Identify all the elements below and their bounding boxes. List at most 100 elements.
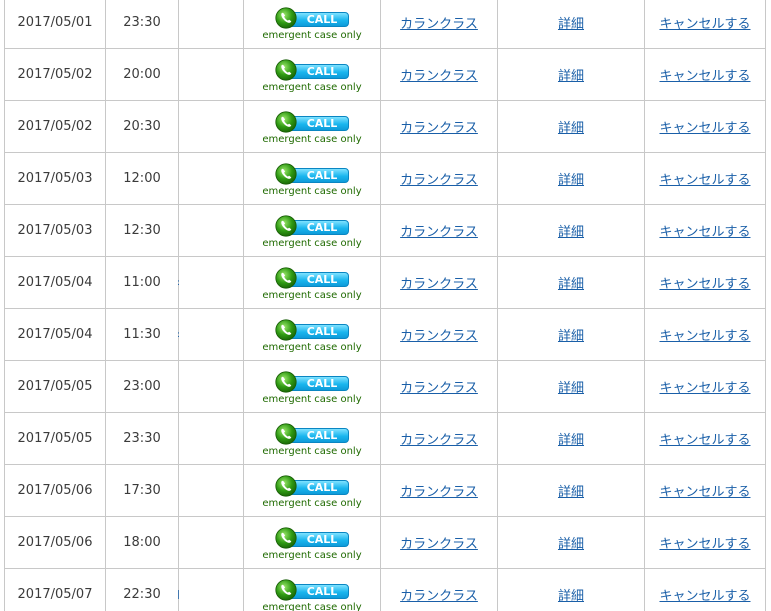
call-cell: CALL emergent case only [243,152,381,205]
call-button-graphic[interactable]: CALL [273,526,351,549]
detail-cell: 詳細 [497,100,645,153]
teacher-link-fragment[interactable] [177,486,180,496]
reservation-table-body: 2017/05/01 23:30 CALL emergent case only… [4,0,766,611]
class-link[interactable]: カランクラス [400,329,478,344]
class-link[interactable]: カランクラス [400,589,478,604]
call-button[interactable]: CALL emergent case only [262,370,362,405]
teacher-link-fragment[interactable] [177,18,180,28]
call-button-graphic[interactable]: CALL [273,370,351,393]
phone-icon[interactable] [275,214,297,237]
teacher-link-fragment[interactable] [177,70,180,80]
call-button[interactable]: CALL emergent case only [262,474,362,509]
teacher-link-fragment[interactable]: | [177,590,180,600]
phone-icon[interactable] [275,6,297,29]
phone-icon[interactable] [275,422,297,445]
class-link[interactable]: カランクラス [400,225,478,240]
cancel-link[interactable]: キャンセルする [659,225,750,240]
teacher-link-fragment[interactable] [177,122,180,132]
phone-icon[interactable] [275,162,297,185]
phone-icon[interactable] [275,110,297,133]
detail-link[interactable]: 詳細 [558,225,584,240]
class-link[interactable]: カランクラス [400,69,478,84]
detail-cell: 詳細 [497,568,645,611]
call-button-graphic[interactable]: CALL [273,266,351,289]
call-button-graphic[interactable]: CALL [273,422,351,445]
cancel-link[interactable]: キャンセルする [659,277,750,292]
call-button-graphic[interactable]: CALL [273,110,351,133]
detail-link[interactable]: 詳細 [558,329,584,344]
call-button[interactable]: CALL emergent case only [262,526,362,561]
cancel-link[interactable]: キャンセルする [659,17,750,32]
cancel-link[interactable]: キャンセルする [659,381,750,396]
class-cell: カランクラス [380,412,498,465]
call-button[interactable]: CALL emergent case only [262,162,362,197]
call-button[interactable]: CALL emergent case only [262,58,362,93]
class-link[interactable]: カランクラス [400,381,478,396]
phone-icon[interactable] [275,266,297,289]
teacher-link-fragment[interactable] [177,174,180,184]
call-button-graphic[interactable]: CALL [273,162,351,185]
class-link[interactable]: カランクラス [400,433,478,448]
date-cell: 2017/05/03 [4,204,106,257]
call-button-graphic[interactable]: CALL [273,214,351,237]
call-button-graphic[interactable]: CALL [273,578,351,601]
teacher-link-fragment[interactable] [177,538,180,548]
call-button[interactable]: CALL emergent case only [262,318,362,353]
detail-link[interactable]: 詳細 [558,277,584,292]
cancel-link[interactable]: キャンセルする [659,589,750,604]
detail-cell: 詳細 [497,48,645,101]
call-button[interactable]: CALL emergent case only [262,578,362,611]
class-cell: カランクラス [380,204,498,257]
cancel-link[interactable]: キャンセルする [659,173,750,188]
call-button[interactable]: CALL emergent case only [262,6,362,41]
call-button[interactable]: CALL emergent case only [262,110,362,145]
detail-link[interactable]: 詳細 [558,121,584,136]
class-cell: カランクラス [380,256,498,309]
teacher-link-fragment[interactable]: : [177,278,180,288]
teacher-link-fragment[interactable]: : [177,330,180,340]
date-cell: 2017/05/02 [4,100,106,153]
detail-link[interactable]: 詳細 [558,537,584,552]
call-button-graphic[interactable]: CALL [273,318,351,341]
class-link[interactable]: カランクラス [400,121,478,136]
call-button[interactable]: CALL emergent case only [262,266,362,301]
detail-link[interactable]: 詳細 [558,17,584,32]
detail-link[interactable]: 詳細 [558,173,584,188]
call-button[interactable]: CALL emergent case only [262,422,362,457]
cancel-link[interactable]: キャンセルする [659,121,750,136]
teacher-link-fragment[interactable] [177,226,180,236]
class-cell: カランクラス [380,48,498,101]
phone-icon[interactable] [275,474,297,497]
call-button-graphic[interactable]: CALL [273,58,351,81]
detail-link[interactable]: 詳細 [558,381,584,396]
phone-icon[interactable] [275,526,297,549]
detail-link[interactable]: 詳細 [558,485,584,500]
class-link[interactable]: カランクラス [400,173,478,188]
call-button-graphic[interactable]: CALL [273,474,351,497]
phone-icon[interactable] [275,318,297,341]
date-cell: 2017/05/03 [4,152,106,205]
teacher-link-fragment[interactable] [177,434,180,444]
phone-icon[interactable] [275,58,297,81]
call-button-graphic[interactable]: CALL [273,6,351,29]
call-button[interactable]: CALL emergent case only [262,214,362,249]
cancel-cell: キャンセルする [644,0,766,49]
reservation-row: 2017/05/05 23:30 CALL emergent case only… [4,412,766,465]
class-link[interactable]: カランクラス [400,277,478,292]
time-cell: 18:00 [105,516,179,569]
class-link[interactable]: カランクラス [400,17,478,32]
cancel-link[interactable]: キャンセルする [659,329,750,344]
detail-link[interactable]: 詳細 [558,69,584,84]
detail-link[interactable]: 詳細 [558,433,584,448]
teacher-link-fragment[interactable] [177,382,180,392]
cancel-link[interactable]: キャンセルする [659,537,750,552]
class-link[interactable]: カランクラス [400,485,478,500]
cancel-link[interactable]: キャンセルする [659,485,750,500]
cancel-link[interactable]: キャンセルする [659,433,750,448]
time-cell: 20:30 [105,100,179,153]
cancel-link[interactable]: キャンセルする [659,69,750,84]
phone-icon[interactable] [275,578,297,601]
phone-icon[interactable] [275,370,297,393]
class-link[interactable]: カランクラス [400,537,478,552]
detail-link[interactable]: 詳細 [558,589,584,604]
